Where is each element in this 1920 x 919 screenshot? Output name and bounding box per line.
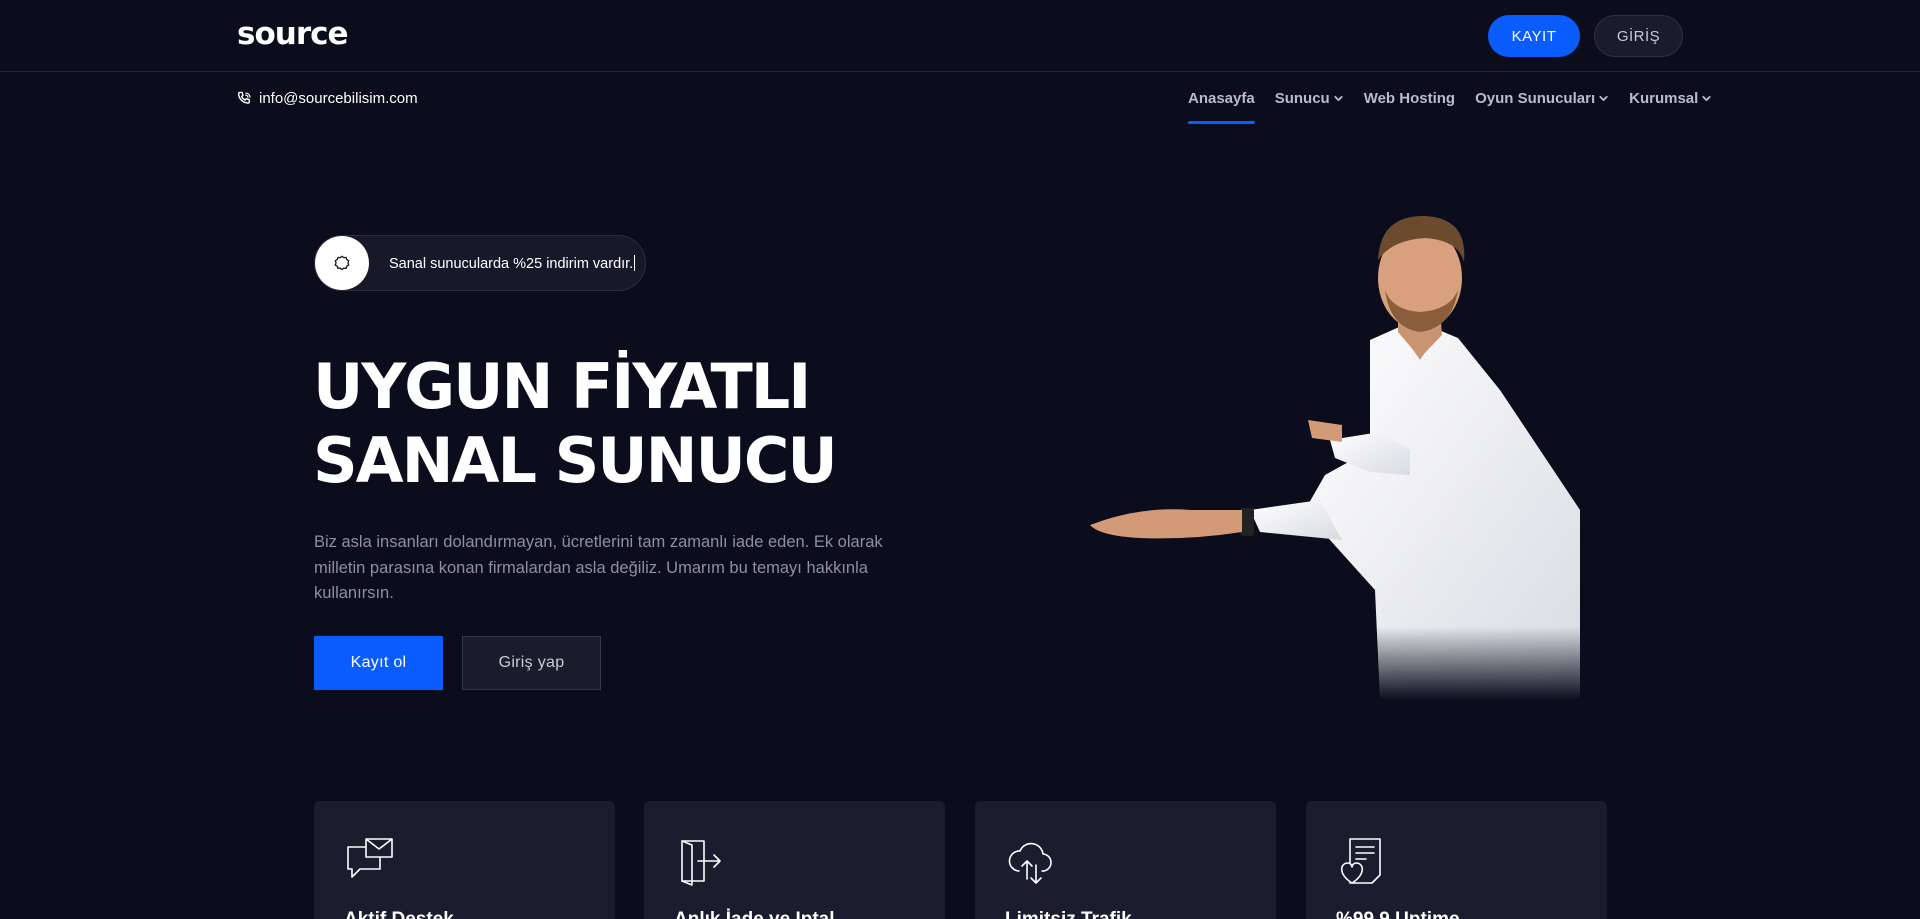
nav-item-label: Kurumsal — [1629, 89, 1699, 107]
hero-title-line2: SANAL SUNUCU — [313, 424, 838, 497]
nav-item-anasayfa[interactable]: Anasayfa — [1188, 84, 1255, 124]
discount-badge-icon — [334, 255, 350, 271]
feature-title: Limitsiz Trafik — [1005, 909, 1132, 919]
promo-text: Sanal sunucularda %25 indirim vardır. — [389, 254, 636, 272]
signup-button[interactable]: Kayıt ol — [314, 636, 443, 690]
hero-person-image — [1080, 210, 1580, 700]
feature-card-uptime[interactable]: %99.9 Uptime — [1306, 801, 1607, 919]
main-nav: Anasayfa Sunucu Web Hosting Oyun Sunucul… — [1188, 84, 1712, 124]
chevron-down-icon — [1599, 95, 1608, 101]
phone-icon — [237, 91, 251, 104]
feature-title: Anlık İade ve Iptal — [674, 909, 835, 919]
site-logo[interactable]: source — [237, 16, 349, 52]
signin-button[interactable]: Giriş yap — [462, 636, 601, 690]
feature-card-traffic[interactable]: Limitsiz Trafik — [975, 801, 1276, 919]
nav-item-label: Anasayfa — [1188, 89, 1255, 107]
logo-text: source — [237, 16, 349, 52]
nav-item-web-hosting[interactable]: Web Hosting — [1364, 84, 1455, 112]
heart-document-icon — [1340, 838, 1381, 884]
contact-email[interactable]: info@sourcebilisim.com — [237, 88, 418, 108]
nav-item-label: Web Hosting — [1363, 89, 1456, 107]
chevron-down-icon — [1702, 95, 1711, 101]
promo-icon-circle — [315, 236, 369, 290]
feature-card-support[interactable]: Aktif Destek — [314, 801, 615, 919]
cloud-transfer-icon — [1008, 842, 1052, 884]
nav-item-oyun-sunuculari[interactable]: Oyun Sunucuları — [1475, 84, 1609, 112]
nav-item-label: Oyun Sunucuları — [1475, 89, 1596, 107]
feature-title: %99.9 Uptime — [1336, 909, 1460, 919]
feature-card-refund[interactable]: Anlık İade ve Iptal — [644, 801, 945, 919]
nav-item-kurumsal[interactable]: Kurumsal — [1629, 84, 1712, 112]
top-bar: source KAYIT GİRİŞ — [0, 0, 1920, 72]
hero-title: UYGUN FİYATLI SANAL SUNUCU — [313, 350, 933, 498]
register-button[interactable]: KAYIT — [1488, 15, 1580, 57]
chat-mail-icon — [347, 838, 393, 878]
promo-text-value: Sanal sunucularda %25 indirim vardır. — [389, 255, 634, 272]
login-button[interactable]: GİRİŞ — [1594, 15, 1683, 57]
hero-title-line1: UYGUN FİYATLI — [313, 350, 811, 423]
hero-description: Biz asla insanları dolandırmayan, ücretl… — [314, 533, 883, 602]
nav-item-label: Sunucu — [1274, 89, 1330, 107]
nav-item-sunucu[interactable]: Sunucu — [1275, 84, 1344, 112]
contact-email-text: info@sourcebilisim.com — [259, 89, 418, 107]
text-caret — [634, 254, 636, 271]
promo-badge: Sanal sunucularda %25 indirim vardır. — [314, 235, 646, 291]
chevron-down-icon — [1334, 95, 1343, 101]
door-exit-icon — [681, 840, 721, 886]
feature-title: Aktif Destek — [344, 909, 454, 919]
